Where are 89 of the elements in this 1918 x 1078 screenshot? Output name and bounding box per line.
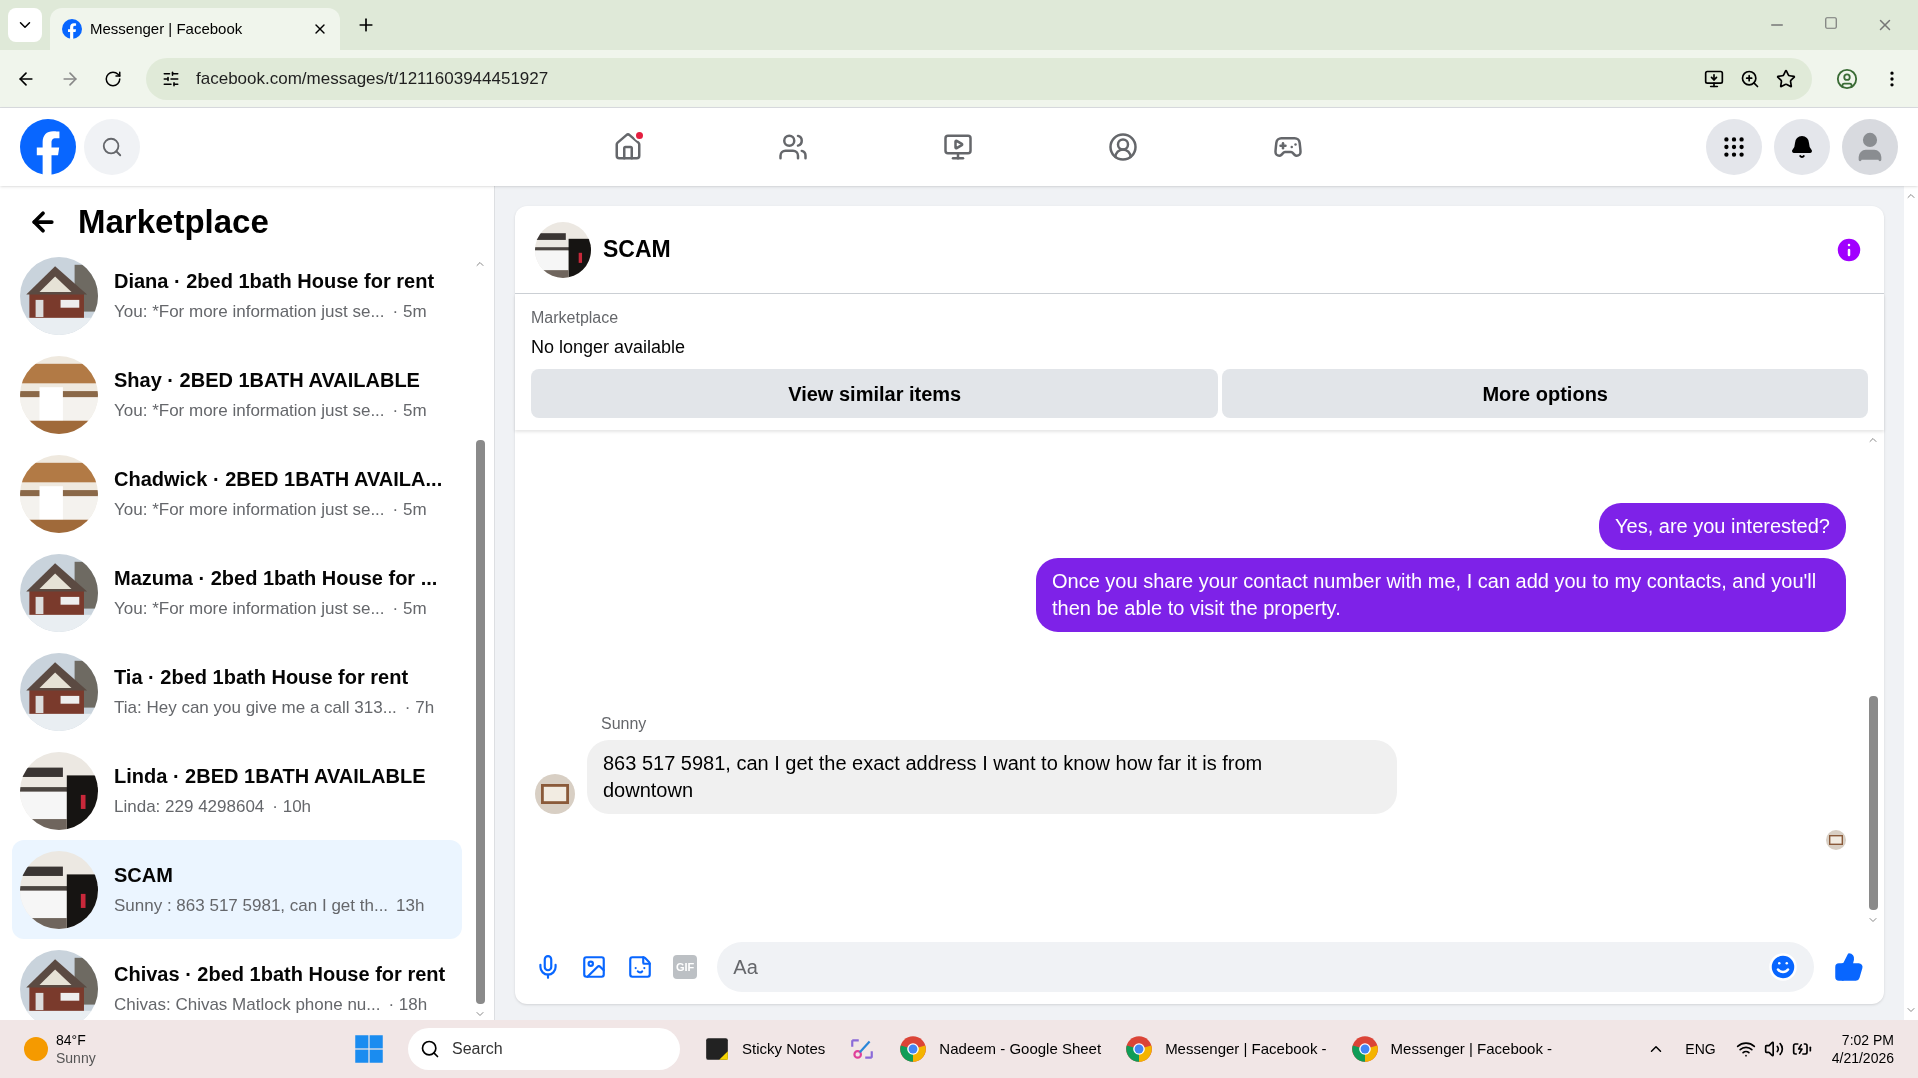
received-message: 863 517 5981, can I get the exact address I want to know how far it is from downtown [587, 739, 1397, 814]
thumbs-up-icon[interactable] [1834, 952, 1864, 982]
taskbar-search[interactable]: Search [408, 1028, 680, 1070]
notifications-button[interactable] [1774, 119, 1830, 175]
conversation-name: Tia · 2bed 1bath House for rent [114, 665, 410, 691]
taskbar-app[interactable]: Messenger | Facebook - [1350, 1026, 1553, 1072]
message-preview: Tia: Hey can you give me a call 313... [114, 697, 397, 720]
conversation-name: Chivas · 2bed 1bath House for rent [114, 962, 446, 988]
search-icon [420, 1039, 440, 1059]
taskbar-app[interactable]: Messenger | Facebook - [1125, 1026, 1327, 1072]
sticker-icon[interactable] [627, 954, 653, 980]
search-icon [101, 136, 123, 158]
message-field[interactable]: Aa [717, 942, 1814, 992]
volume-icon[interactable] [1763, 1039, 1784, 1059]
wifi-icon[interactable] [1735, 1039, 1756, 1059]
message-preview: You: *For more information just se... [114, 400, 385, 423]
video-icon[interactable] [943, 132, 973, 162]
message-time: · 5m [392, 301, 427, 324]
sticky-notes-icon[interactable] [704, 1036, 730, 1062]
apps-grid-icon [1721, 134, 1747, 160]
scissors-icon[interactable] [849, 1036, 876, 1062]
conversation-name: Shay · 2BED 1BATH AVAILABLE [114, 368, 421, 394]
message-time: · 7h [404, 697, 435, 720]
message-time: · 5m [392, 598, 427, 621]
chrome-icon[interactable] [1125, 1035, 1154, 1063]
weather-condition: Sunny [56, 1049, 96, 1067]
groups-icon[interactable] [1108, 132, 1138, 162]
sidebar-title: Marketplace [78, 202, 269, 243]
conversation-name: Chadwick · 2BED 1BATH AVAILA... [114, 467, 443, 493]
message-input[interactable]: Aa [733, 952, 1768, 982]
url-text: facebook.com/messages/t/1211603944451927 [196, 67, 550, 90]
reload-icon[interactable] [104, 69, 122, 88]
clock-date: 4/21/2026 [1831, 1049, 1894, 1067]
message-time: · 5m [392, 400, 427, 423]
tab-title: Messenger | Facebook [90, 18, 244, 39]
search-placeholder: Search [452, 1039, 504, 1059]
address-bar[interactable]: facebook.com/messages/t/1211603944451927 [146, 57, 1812, 100]
app-label: Sticky Notes [742, 1038, 826, 1059]
facebook-logo-icon[interactable] [20, 119, 76, 175]
site-info-icon[interactable] [162, 69, 180, 88]
message-preview: You: *For more information just se... [114, 499, 385, 522]
message-time: · 5m [392, 499, 427, 522]
action-button[interactable]: View similar items [531, 369, 1219, 418]
message-preview: Linda: 229 4298604 [114, 796, 265, 819]
temperature: 84°F [56, 1031, 87, 1049]
app-label: Messenger | Facebook - [1165, 1038, 1327, 1059]
facebook-logo-icon [62, 19, 82, 39]
profile-icon[interactable] [1836, 67, 1858, 90]
conversation-name: Diana · 2bed 1bath House for rent [114, 269, 435, 295]
app-label: Nadeem - Google Sheet [939, 1038, 1102, 1059]
message-preview: You: *For more information just se... [114, 301, 385, 324]
chrome-icon[interactable] [1350, 1035, 1379, 1063]
sender-name: Sunny [601, 713, 648, 734]
sent-message: Yes, are you interested? [1599, 502, 1846, 550]
taskbar-app[interactable]: Nadeem - Google Sheet [899, 1026, 1102, 1072]
message-time: · 18h [388, 994, 428, 1017]
sent-message: Once you share your contact number with me, I can add you to my contacts, and you'll then be able to visit the property. [1036, 557, 1846, 632]
clock-time: 7:02 PM [1841, 1031, 1894, 1049]
bookmark-star-icon[interactable] [1776, 68, 1796, 89]
friends-icon[interactable] [778, 132, 808, 162]
windows-start-icon[interactable] [354, 1034, 384, 1064]
account-avatar[interactable] [1842, 119, 1898, 175]
conversation-item[interactable]: SCAM Sunny : 863 517 5981, can I get th... 13h [12, 840, 462, 939]
action-button[interactable]: More options [1222, 369, 1868, 418]
restore-icon[interactable] [1824, 16, 1838, 30]
listing-status: No longer available [531, 336, 687, 359]
zoom-icon[interactable] [1740, 68, 1760, 89]
search-button[interactable] [84, 119, 140, 175]
message-preview: You: *For more information just se... [114, 598, 385, 621]
message-time: · 10h [272, 796, 312, 819]
install-icon[interactable] [1704, 68, 1724, 89]
emoji-icon[interactable] [1768, 952, 1798, 982]
message-preview: Chivas: Chivas Matlock phone nu... [114, 994, 381, 1017]
image-icon[interactable] [581, 954, 607, 980]
listing-label: Marketplace [531, 308, 620, 328]
taskbar-app[interactable]: Sticky Notes [704, 1026, 826, 1072]
app-label: Messenger | Facebook - [1390, 1038, 1553, 1059]
language-indicator[interactable]: ENG [1685, 1038, 1716, 1060]
chrome-icon[interactable] [899, 1035, 928, 1063]
bell-icon [1790, 135, 1814, 159]
home-icon[interactable] [613, 132, 643, 162]
message-preview: Sunny : 863 517 5981, can I get th... [114, 895, 389, 918]
message-time: 13h [396, 895, 425, 918]
conversation-name: Linda · 2BED 1BATH AVAILABLE [114, 764, 426, 790]
chat-title: SCAM [603, 235, 671, 265]
conversation-name: SCAM [114, 863, 174, 889]
conversation-name: Mazuma · 2bed 1bath House for ... [114, 566, 438, 592]
menu-button[interactable] [1706, 119, 1762, 175]
browser-tab[interactable]: Messenger | Facebook [50, 8, 340, 50]
